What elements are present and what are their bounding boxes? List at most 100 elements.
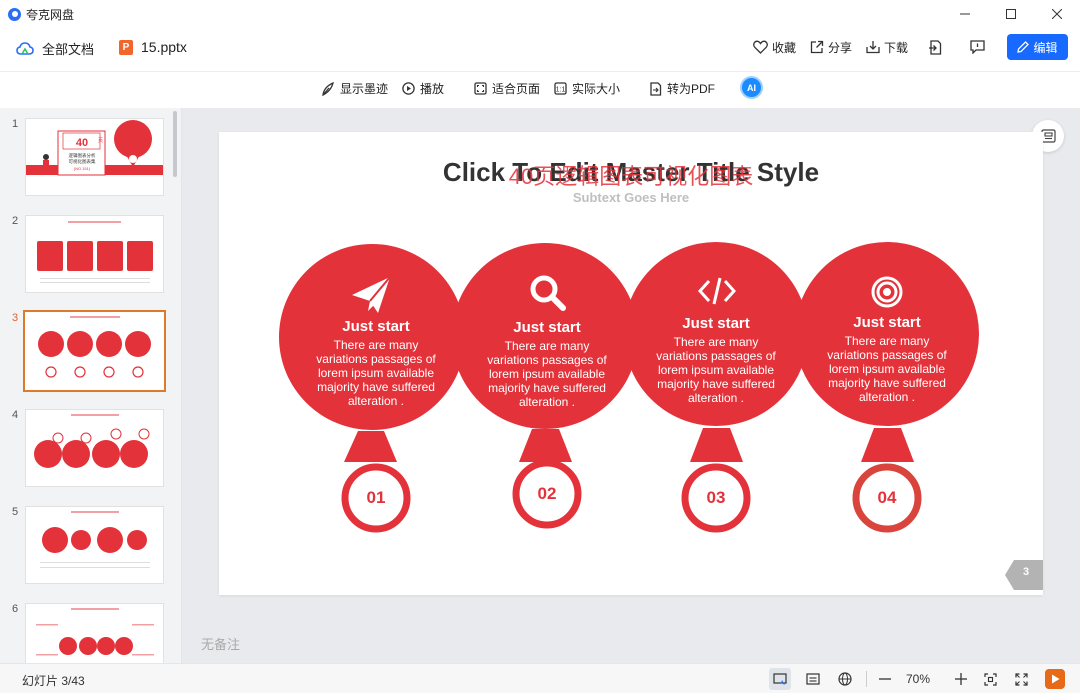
current-slide: Click To Edit Master Title Style 40页逻辑图表… (219, 132, 1043, 595)
slide-thumbnail-panel[interactable]: 1 40 页 逻辑图表分析 可视化图表集 (NO.151) 2 3 4 5 6 (0, 108, 182, 663)
slide-2-preview (37, 221, 153, 283)
edit-button[interactable]: 编辑 (1007, 34, 1068, 60)
play-button[interactable]: 播放 (402, 80, 444, 97)
thumbnail-number: 3 (12, 312, 19, 324)
thumbnail-slide-5[interactable] (25, 506, 164, 584)
share-label: 分享 (827, 40, 852, 55)
slide-6-preview (36, 608, 154, 656)
zoom-in-button[interactable] (950, 668, 972, 690)
pencil-icon (1017, 41, 1030, 53)
pin-1-body: There are many variations passages of lo… (316, 338, 436, 408)
pin-3-body: There are many variations passages of lo… (656, 335, 776, 405)
close-icon (1052, 9, 1062, 19)
speaker-notes[interactable]: 无备注 (201, 634, 240, 653)
thumbnail-slide-6[interactable] (25, 603, 164, 663)
download-label: 下载 (883, 40, 908, 55)
status-divider (866, 671, 867, 687)
pin-3-number: 03 (706, 488, 726, 507)
share-button[interactable]: 分享 (810, 39, 852, 56)
play-circle-icon (402, 82, 415, 95)
fit-page-icon (474, 82, 487, 95)
edit-label: 编辑 (1033, 40, 1058, 55)
slide-4-preview (34, 414, 150, 468)
header-actions: 收藏 分享 下载 编辑 (739, 28, 1068, 66)
web-view-button[interactable] (834, 668, 856, 690)
all-docs-label: 全部文档 (42, 42, 95, 57)
thumbnail-number: 2 (12, 215, 19, 227)
thumbnail-slide-3[interactable] (23, 310, 166, 392)
feather-pen-icon (322, 81, 334, 96)
close-button[interactable] (1034, 0, 1080, 28)
minus-icon (879, 678, 891, 680)
slide-3-preview (38, 316, 151, 378)
export-button[interactable] (928, 39, 946, 55)
fit-window-icon (983, 672, 997, 686)
sidebar-scrollbar[interactable] (173, 111, 177, 177)
thumbnail-slide-2[interactable] (25, 215, 164, 293)
pin-3-text: Just start There are many variations pas… (641, 315, 791, 405)
slide1-big-number: 40 (76, 137, 88, 149)
pin-1-number: 01 (366, 488, 386, 507)
app-window: 夸克网盘 全部文档 P 15.pptx 收藏 分享 下载 编辑 显示墨迹 播放 … (0, 0, 1080, 693)
app-name: 夸克网盘 (26, 7, 75, 22)
pdf-convert-icon (650, 81, 662, 96)
show-ink-label: 显示墨迹 (340, 82, 389, 96)
slide1-suffix: 页 (98, 138, 103, 144)
actual-size-label: 实际大小 (572, 82, 621, 96)
file-tab[interactable]: P 15.pptx (119, 39, 187, 55)
fit-window-button[interactable] (979, 668, 1001, 690)
maximize-button[interactable] (988, 0, 1034, 28)
thumbnail-number: 5 (12, 506, 19, 518)
cloud-icon (16, 41, 34, 55)
all-docs-link[interactable]: 全部文档 (16, 39, 94, 58)
pin-2-heading: Just start (513, 319, 581, 336)
slide-viewer: Click To Edit Master Title Style 40页逻辑图表… (182, 108, 1080, 663)
thumbnail-number: 6 (12, 603, 19, 615)
download-button[interactable]: 下载 (866, 39, 908, 56)
file-name: 15.pptx (141, 39, 187, 55)
file-export-icon (929, 39, 942, 55)
to-pdf-button[interactable]: 转为PDF (649, 80, 715, 97)
favorite-label: 收藏 (771, 40, 796, 55)
slideshow-play-button[interactable] (1045, 669, 1065, 689)
pin-2-number: 02 (537, 484, 557, 503)
pin-2-text: Just start There are many variations pas… (472, 319, 622, 409)
pin-1-text: Just start There are many variations pas… (301, 318, 451, 408)
pin-3-heading: Just start (682, 315, 750, 332)
favorite-button[interactable]: 收藏 (753, 39, 796, 56)
pin-4-body: There are many variations passages of lo… (827, 334, 947, 404)
show-ink-button[interactable]: 显示墨迹 (321, 80, 388, 97)
ai-assistant-button[interactable]: AI (740, 76, 763, 99)
fullscreen-button[interactable] (1010, 668, 1032, 690)
actual-size-button[interactable]: 1:1 实际大小 (554, 80, 620, 97)
actual-size-icon: 1:1 (554, 82, 567, 95)
svg-text:1:1: 1:1 (556, 87, 566, 94)
normal-view-button[interactable] (769, 668, 791, 690)
pin-2-body: There are many variations passages of lo… (487, 339, 607, 409)
play-icon (1051, 674, 1059, 684)
zoom-level: 70% (906, 672, 931, 686)
play-label: 播放 (420, 82, 445, 96)
minimize-icon (960, 13, 970, 15)
globe-icon (838, 672, 852, 686)
fullscreen-icon (1014, 672, 1028, 686)
slide-page-badge: 3 (1005, 558, 1043, 589)
pin-4-heading: Just start (853, 314, 921, 331)
zoom-out-button[interactable] (874, 668, 896, 690)
fit-page-button[interactable]: 适合页面 (474, 80, 540, 97)
comment-button[interactable] (970, 40, 989, 54)
to-pdf-label: 转为PDF (667, 82, 716, 96)
minimize-button[interactable] (942, 0, 988, 28)
slide-page-number: 3 (1023, 566, 1030, 578)
notes-view-button[interactable] (802, 668, 824, 690)
comment-icon (970, 40, 985, 54)
document-header: 全部文档 P 15.pptx 收藏 分享 下载 编辑 (0, 28, 1080, 66)
pin-1-heading: Just start (342, 318, 410, 335)
pin-4-text: Just start There are many variations pas… (812, 314, 962, 404)
pin-4-number: 04 (877, 488, 897, 507)
thumbnail-slide-4[interactable] (25, 409, 164, 487)
app-logo-icon (8, 7, 21, 21)
plus-icon (955, 673, 967, 685)
thumbnail-slide-1[interactable]: 40 页 逻辑图表分析 可视化图表集 (NO.151) (25, 118, 164, 196)
download-icon (866, 41, 880, 54)
